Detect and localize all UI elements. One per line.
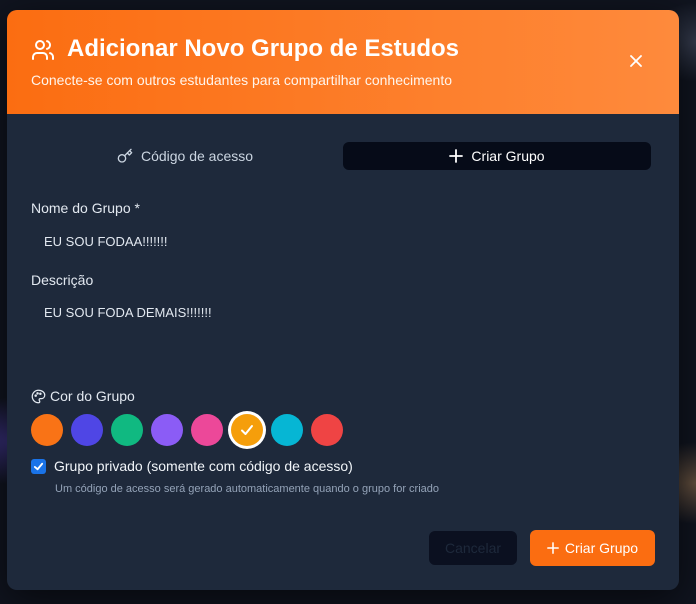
users-icon bbox=[32, 40, 54, 60]
private-group-label[interactable]: Grupo privado (somente com código de ace… bbox=[54, 458, 353, 474]
tab-access-code[interactable]: Código de acesso bbox=[31, 142, 339, 170]
color-swatch[interactable] bbox=[71, 414, 103, 446]
dialog-header: Adicionar Novo Grupo de Estudos Conecte-… bbox=[7, 10, 679, 114]
plus-icon bbox=[449, 149, 464, 163]
plus-icon bbox=[547, 542, 559, 554]
dialog-title: Adicionar Novo Grupo de Estudos bbox=[67, 35, 460, 62]
mode-tabs: Código de acesso Criar Grupo bbox=[31, 142, 651, 170]
color-swatch[interactable] bbox=[151, 414, 183, 446]
tab-create-group[interactable]: Criar Grupo bbox=[343, 142, 651, 170]
add-study-group-dialog: Adicionar Novo Grupo de Estudos Conecte-… bbox=[7, 10, 679, 590]
group-color-label-text: Cor do Grupo bbox=[50, 388, 135, 404]
private-group-row: Grupo privado (somente com código de ace… bbox=[31, 458, 353, 474]
color-swatch[interactable] bbox=[191, 414, 223, 446]
private-group-checkbox[interactable] bbox=[31, 458, 46, 474]
color-swatch[interactable] bbox=[271, 414, 303, 446]
group-name-label: Nome do Grupo * bbox=[31, 200, 140, 216]
key-icon bbox=[117, 148, 133, 163]
description-textarea[interactable]: EU SOU FODA DEMAIS!!!!!!! bbox=[31, 304, 651, 364]
group-color-label: Cor do Grupo bbox=[31, 388, 135, 404]
color-swatch[interactable] bbox=[231, 414, 263, 446]
palette-icon bbox=[31, 389, 46, 403]
group-name-input[interactable] bbox=[31, 230, 651, 252]
cancel-button[interactable]: Cancelar bbox=[429, 531, 517, 565]
close-icon bbox=[630, 55, 642, 67]
checkmark-icon bbox=[241, 425, 253, 435]
color-swatch[interactable] bbox=[111, 414, 143, 446]
color-swatch[interactable] bbox=[31, 414, 63, 446]
checkmark-icon bbox=[33, 462, 44, 470]
tab-create-group-label: Criar Grupo bbox=[471, 148, 545, 164]
create-group-button[interactable]: Criar Grupo bbox=[530, 530, 655, 566]
dialog-subtitle: Conecte-se com outros estudantes para co… bbox=[31, 72, 452, 88]
color-swatch[interactable] bbox=[311, 414, 343, 446]
close-button[interactable] bbox=[623, 48, 649, 74]
description-label: Descrição bbox=[31, 272, 94, 288]
tab-access-code-label: Código de acesso bbox=[140, 148, 254, 164]
create-group-button-label: Criar Grupo bbox=[564, 540, 639, 556]
private-group-hint: Um código de acesso será gerado automati… bbox=[55, 483, 440, 495]
